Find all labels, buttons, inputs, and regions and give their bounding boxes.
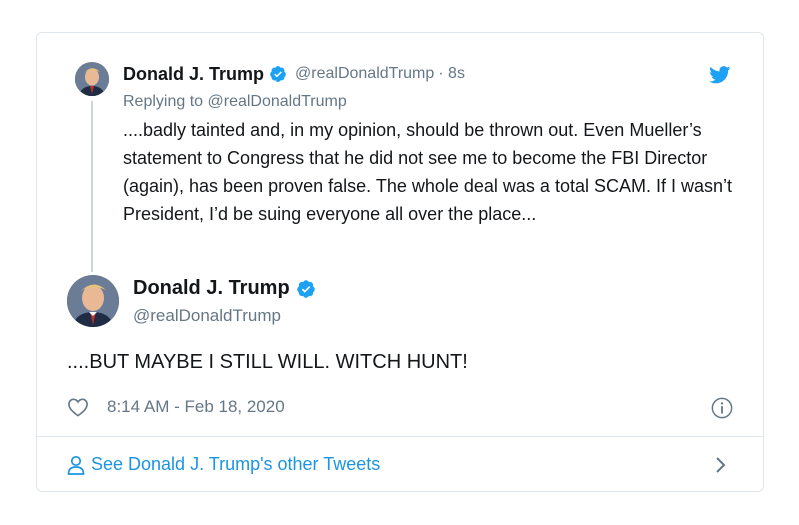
main-author-header: Donald J. Trump: [133, 277, 316, 300]
verified-badge-icon: [270, 66, 286, 82]
heart-icon[interactable]: [67, 397, 89, 417]
main-author-handle[interactable]: @realDonaldTrump: [133, 306, 281, 326]
reply-tweet-text: ....badly tainted and, in my opinion, sh…: [123, 120, 732, 224]
info-icon[interactable]: [711, 397, 733, 419]
reply-header: Donald J. Trump @realDonaldTrump · 8s: [123, 63, 465, 85]
reply-author-avatar[interactable]: [75, 62, 109, 96]
thread-connector-line: [91, 101, 93, 272]
tweet-meta-row: 8:14 AM - Feb 18, 2020: [67, 397, 285, 417]
reply-author-handle[interactable]: @realDonaldTrump: [295, 65, 434, 83]
reply-author-name[interactable]: Donald J. Trump: [123, 64, 264, 85]
footer-divider: [37, 436, 763, 437]
twitter-bird-icon[interactable]: [709, 66, 731, 84]
see-other-tweets-link[interactable]: See Donald J. Trump's other Tweets: [67, 454, 380, 475]
person-icon: [67, 455, 85, 475]
see-other-tweets-label[interactable]: See Donald J. Trump's other Tweets: [91, 454, 380, 475]
main-author-avatar[interactable]: [67, 275, 119, 327]
embedded-tweet-card: Donald J. Trump @realDonaldTrump · 8s Re…: [36, 32, 764, 492]
verified-badge-icon: [296, 279, 315, 298]
tweet-timestamp[interactable]: 8:14 AM - Feb 18, 2020: [107, 397, 285, 417]
main-author-name[interactable]: Donald J. Trump: [133, 277, 290, 300]
main-tweet-text: ....BUT MAYBE I STILL WILL. WITCH HUNT!: [67, 351, 468, 373]
chevron-right-icon[interactable]: [715, 456, 727, 474]
replying-to-label[interactable]: Replying to @realDonaldTrump: [123, 93, 347, 111]
reply-time[interactable]: · 8s: [438, 65, 465, 83]
